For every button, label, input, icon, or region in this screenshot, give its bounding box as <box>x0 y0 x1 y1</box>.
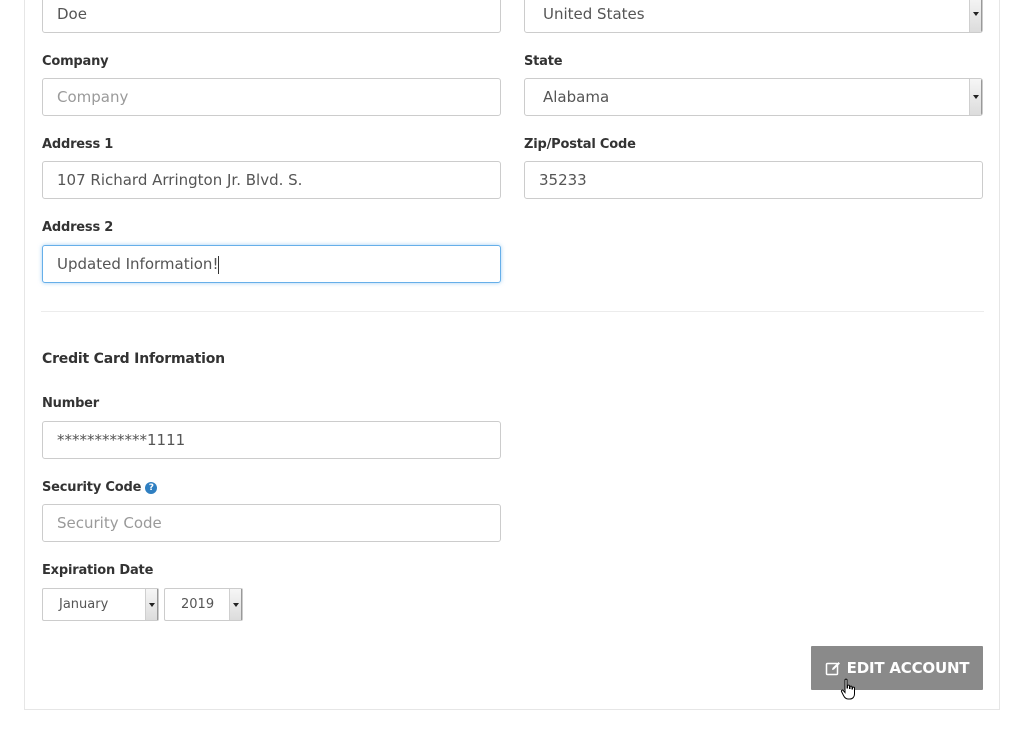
expiration-month-value: January <box>59 597 109 612</box>
chevron-down-icon <box>145 589 158 620</box>
expiration-month-select[interactable]: January <box>42 588 159 621</box>
address1-input[interactable]: 107 Richard Arrington Jr. Blvd. S. <box>42 161 501 199</box>
chevron-down-icon <box>229 589 242 620</box>
card-number-input[interactable]: ************1111 <box>42 421 501 459</box>
edit-account-label: EDIT ACCOUNT <box>846 659 970 677</box>
security-code-label: Security Code? <box>42 480 158 495</box>
section-divider <box>41 311 984 312</box>
country-select[interactable]: United States <box>524 0 983 33</box>
chevron-down-icon <box>969 79 982 115</box>
text-caret <box>218 255 220 274</box>
company-input[interactable]: Company <box>42 78 501 116</box>
edit-icon <box>825 662 840 676</box>
company-label: Company <box>42 54 109 69</box>
address1-label: Address 1 <box>42 137 114 152</box>
zip-input[interactable]: 35233 <box>524 161 983 199</box>
state-select-value: Alabama <box>543 88 610 106</box>
zip-label: Zip/Postal Code <box>524 137 636 152</box>
card-number-label: Number <box>42 396 100 411</box>
question-circle-icon[interactable]: ? <box>145 482 158 494</box>
expiration-year-select[interactable]: 2019 <box>164 588 243 621</box>
address2-input[interactable]: Updated Information! <box>42 245 501 283</box>
security-code-input[interactable]: Security Code <box>42 504 501 542</box>
expiration-date-label: Expiration Date <box>42 563 154 578</box>
country-select-value: United States <box>543 5 645 23</box>
address2-value: Updated Information! <box>57 255 219 273</box>
state-label: State <box>524 54 563 69</box>
credit-card-heading: Credit Card Information <box>42 351 225 367</box>
hand-pointer-cursor-icon <box>840 678 855 700</box>
last-name-input[interactable]: Doe <box>42 0 501 33</box>
state-select[interactable]: Alabama <box>524 78 983 116</box>
address2-label: Address 2 <box>42 220 114 235</box>
edit-account-button[interactable]: EDIT ACCOUNT <box>811 646 983 690</box>
expiration-year-value: 2019 <box>181 597 215 612</box>
chevron-down-icon <box>969 0 982 32</box>
security-code-label-text: Security Code <box>42 480 142 495</box>
